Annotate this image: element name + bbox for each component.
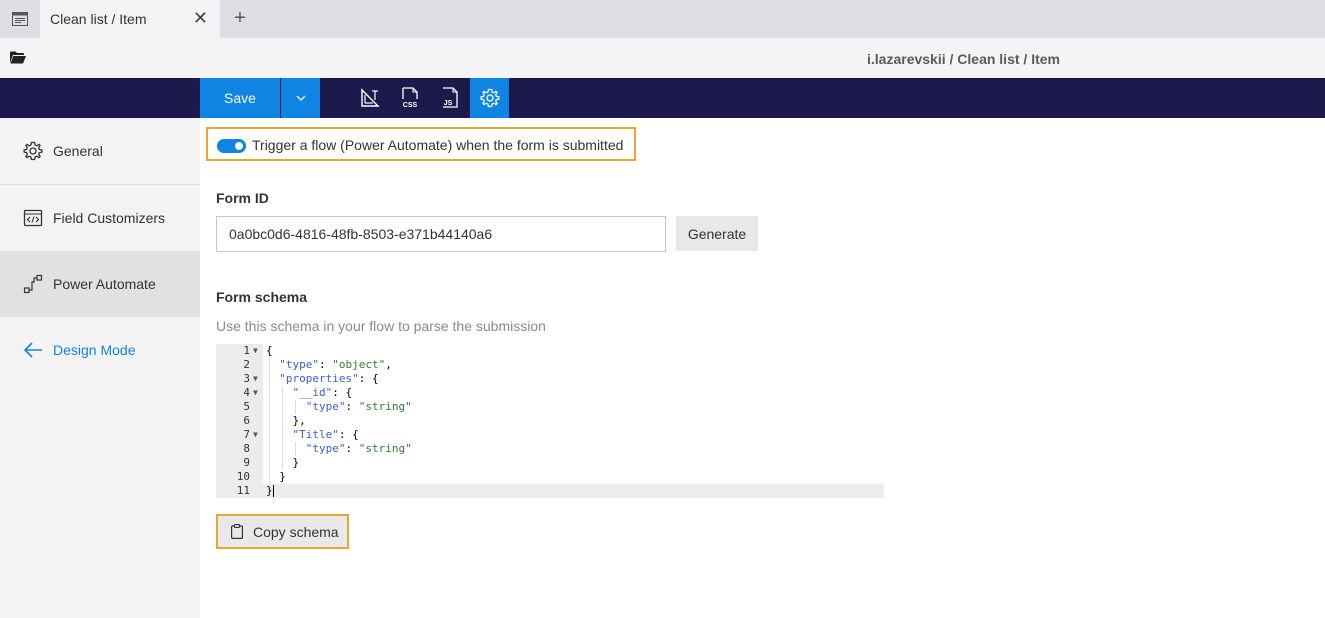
save-dropdown-button[interactable] — [281, 78, 320, 118]
line-number: 1 — [243, 344, 250, 357]
code-line: 7 ▼ "Title": { — [216, 428, 884, 442]
line-number: 8 — [243, 442, 250, 455]
path-bar: i.lazarevskii / Clean list / Item — [0, 38, 1325, 78]
line-number: 2 — [243, 358, 250, 371]
generate-button[interactable]: Generate — [676, 216, 758, 251]
layout-icon[interactable] — [350, 78, 389, 118]
settings-sidebar: General Field Customizers Power Automate — [0, 118, 200, 618]
fold-caret-icon[interactable]: ▼ — [253, 344, 261, 358]
svg-text:CSS: CSS — [402, 102, 417, 109]
line-number: 9 — [243, 456, 250, 469]
sidebar-item-field-customizers[interactable]: Field Customizers — [0, 185, 200, 251]
fold-caret-icon[interactable]: ▼ — [253, 428, 261, 442]
code-line: 2 "type": "object", — [216, 358, 884, 372]
svg-text:JS: JS — [443, 100, 452, 107]
code-window-icon — [22, 207, 44, 229]
sidebar-item-label: Field Customizers — [53, 210, 166, 226]
toolbar: Save CSS JS — [0, 78, 1325, 118]
fold-caret-icon[interactable]: ▼ — [253, 386, 261, 400]
trigger-flow-option: Trigger a flow (Power Automate) when the… — [206, 127, 636, 161]
app-icon[interactable] — [0, 0, 40, 38]
sidebar-item-power-automate[interactable]: Power Automate — [0, 251, 200, 317]
code-line: 4 ▼ "__id": { — [216, 386, 884, 400]
new-tab-button[interactable]: + — [230, 6, 250, 30]
trigger-flow-label: Trigger a flow (Power Automate) when the… — [252, 137, 624, 153]
form-schema-label: Form schema — [216, 289, 308, 305]
code-line: 8 "type": "string" — [216, 442, 884, 456]
code-line: 9 } — [216, 456, 884, 470]
folder-icon[interactable] — [10, 51, 26, 69]
sidebar-item-design-mode[interactable]: Design Mode — [0, 317, 200, 383]
sidebar-item-label: Power Automate — [53, 276, 156, 292]
code-line: 1 ▼ { — [216, 344, 884, 358]
code-line: 3 ▼ "properties": { — [216, 372, 884, 386]
gear-icon — [22, 140, 44, 162]
css-icon[interactable]: CSS — [390, 78, 429, 118]
code-line: 10 } — [216, 470, 884, 484]
sidebar-item-label: Design Mode — [53, 342, 136, 358]
save-button[interactable]: Save — [200, 78, 280, 118]
js-icon[interactable]: JS — [430, 78, 469, 118]
chevron-down-icon — [296, 95, 305, 101]
form-schema-help: Use this schema in your flow to parse th… — [216, 318, 546, 334]
fold-caret-icon[interactable]: ▼ — [253, 372, 261, 386]
trigger-flow-toggle[interactable] — [217, 139, 246, 153]
tab-clean-list-item[interactable]: Clean list / Item ✕ — [40, 0, 220, 38]
copy-schema-button[interactable]: Copy schema — [216, 514, 349, 549]
tab-title: Clean list / Item — [50, 11, 147, 27]
form-id-label: Form ID — [216, 190, 269, 206]
code-line-active: 11 } — [216, 484, 884, 498]
tab-strip: Clean list / Item ✕ + — [0, 0, 1325, 38]
schema-code-editor[interactable]: 1 ▼ { 2 "type": "object", 3 ▼ "propertie… — [216, 344, 884, 498]
flow-icon — [22, 273, 44, 295]
close-icon[interactable]: ✕ — [193, 8, 208, 28]
line-number: 4 — [243, 386, 250, 399]
code-line: 6 }, — [216, 414, 884, 428]
text-cursor — [273, 485, 274, 497]
code-line: 5 "type": "string" — [216, 400, 884, 414]
line-number: 3 — [243, 372, 250, 385]
line-number: 5 — [243, 400, 250, 413]
clipboard-icon — [231, 524, 245, 540]
settings-icon[interactable] — [470, 78, 509, 118]
copy-schema-label: Copy schema — [253, 523, 339, 540]
sidebar-item-general[interactable]: General — [0, 118, 200, 184]
line-number: 11 — [236, 484, 250, 497]
line-number: 6 — [243, 414, 250, 427]
sidebar-item-label: General — [53, 143, 103, 159]
form-id-input[interactable] — [216, 216, 666, 252]
arrow-left-icon — [22, 339, 44, 361]
line-number: 10 — [236, 470, 250, 483]
line-number: 7 — [243, 428, 250, 441]
breadcrumb: i.lazarevskii / Clean list / Item — [867, 51, 1060, 67]
